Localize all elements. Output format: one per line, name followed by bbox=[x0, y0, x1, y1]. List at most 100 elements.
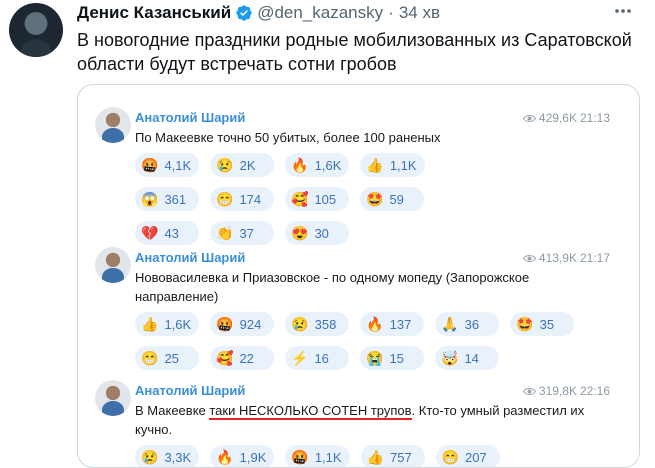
reaction-chip[interactable]: 🙏 36 bbox=[435, 312, 500, 336]
reaction-chip[interactable]: 😱 361 bbox=[135, 187, 199, 211]
reaction-emoji: 🤯 bbox=[441, 350, 459, 366]
reaction-emoji: 😁 bbox=[141, 350, 159, 366]
tweet-text: В новогодние праздники родные мобилизова… bbox=[77, 30, 632, 74]
reaction-count: 25 bbox=[164, 350, 179, 366]
reaction-emoji: 👍 bbox=[366, 157, 384, 173]
reactions: 👍 1,6K 🤬 924 😢 358 🔥 137 🙏 36 🤩 35 😁 25 🥰 22 ⚡ 16… bbox=[135, 312, 575, 370]
reaction-row: 😢 3,3K 🔥 1,9K 🤬 1,1K 👍 757 😁 207 bbox=[135, 445, 500, 467]
reaction-count: 59 bbox=[389, 191, 404, 207]
post-avatar bbox=[95, 107, 131, 143]
reaction-emoji: 🥰 bbox=[291, 191, 309, 207]
reaction-emoji: 🤬 bbox=[291, 449, 309, 465]
author-name[interactable]: Денис Казанський bbox=[77, 3, 231, 23]
reaction-emoji: 🔥 bbox=[291, 157, 309, 173]
reaction-emoji: 👏 bbox=[216, 225, 234, 241]
reaction-chip[interactable]: 😭 15 bbox=[360, 346, 424, 370]
reaction-count: 22 bbox=[239, 350, 254, 366]
reaction-chip[interactable]: 😁 25 bbox=[135, 346, 199, 370]
reaction-chip[interactable]: 🥰 105 bbox=[285, 187, 349, 211]
reaction-chip[interactable]: 🤬 1,1K bbox=[285, 445, 350, 467]
reaction-count: 4,1K bbox=[164, 157, 192, 173]
reaction-chip[interactable]: 👍 1,1K bbox=[360, 153, 425, 177]
reaction-count: 43 bbox=[164, 225, 179, 241]
reaction-chip[interactable]: 🔥 137 bbox=[360, 312, 425, 336]
reaction-chip[interactable]: 😢 2K bbox=[210, 153, 275, 177]
reaction-row: 👍 1,6K 🤬 924 😢 358 🔥 137 🙏 36 🤩 35 bbox=[135, 312, 575, 336]
post-author: Анатолий Шарий bbox=[135, 250, 246, 265]
reaction-chip[interactable]: ⚡ 16 bbox=[285, 346, 349, 370]
reaction-count: 1,6K bbox=[314, 157, 342, 173]
post-text-start: В Макеевке bbox=[135, 403, 210, 418]
reaction-count: 757 bbox=[390, 449, 412, 465]
author-handle[interactable]: @den_kazansky bbox=[257, 3, 383, 23]
reaction-emoji: 👍 bbox=[141, 316, 159, 332]
post-meta: 319,8K 22:16 bbox=[522, 384, 610, 398]
reaction-emoji: 😁 bbox=[216, 191, 234, 207]
reaction-row: 😁 25 🥰 22 ⚡ 16 😭 15 🤯 14 bbox=[135, 346, 574, 370]
reaction-count: 3,3K bbox=[164, 449, 192, 465]
eye-icon bbox=[522, 254, 536, 262]
reaction-emoji: 💔 bbox=[141, 225, 159, 241]
reaction-count: 105 bbox=[314, 191, 337, 207]
tweet-header: Денис Казанський @den_kazansky · 34 хв bbox=[77, 2, 440, 24]
reaction-chip[interactable]: 🤬 924 bbox=[210, 312, 275, 336]
reaction-emoji: 😱 bbox=[141, 191, 159, 207]
tweet-time[interactable]: 34 хв bbox=[399, 3, 440, 23]
post-time: 21:13 bbox=[579, 111, 610, 125]
reaction-count: 1,9K bbox=[239, 449, 267, 465]
reaction-chip[interactable]: 💔 43 bbox=[135, 221, 199, 245]
post-text-underlined: таки НЕСКОЛЬКО СОТЕН трупов bbox=[209, 403, 412, 420]
post-author: Анатолий Шарий bbox=[135, 110, 246, 125]
reaction-count: 15 bbox=[389, 350, 404, 366]
reaction-chip[interactable]: 😢 358 bbox=[285, 312, 350, 336]
reaction-emoji: ⚡ bbox=[291, 350, 309, 366]
post-meta: 429,6K 21:13 bbox=[522, 111, 610, 125]
reaction-count: 924 bbox=[239, 316, 262, 332]
reaction-chip[interactable]: 🤩 35 bbox=[510, 312, 575, 336]
reaction-count: 37 bbox=[239, 225, 254, 241]
reaction-emoji: 🤬 bbox=[141, 157, 159, 173]
more-options-icon[interactable] bbox=[613, 4, 633, 18]
telegram-post: Анатолий Шарий 429,6K 21:13 По Макеевке … bbox=[92, 103, 616, 245]
reaction-chip[interactable]: 🤩 59 bbox=[360, 187, 424, 211]
reaction-chip[interactable]: 👍 757 bbox=[360, 445, 425, 467]
reaction-emoji: 👍 bbox=[366, 449, 384, 465]
post-time: 21:17 bbox=[579, 251, 610, 265]
quoted-image[interactable]: Анатолий Шарий 429,6K 21:13 По Макеевке … bbox=[77, 84, 640, 468]
reaction-count: 2K bbox=[239, 157, 256, 173]
reaction-chip[interactable]: 🤯 14 bbox=[435, 346, 499, 370]
reaction-count: 1,1K bbox=[389, 157, 417, 173]
reaction-chip[interactable]: 👏 37 bbox=[210, 221, 274, 245]
reaction-emoji: 🔥 bbox=[366, 316, 384, 332]
post-meta: 413,9K 21:17 bbox=[522, 251, 610, 265]
reaction-row: 😱 361 😁 174 🥰 105 🤩 59 bbox=[135, 187, 425, 211]
reactions: 😢 3,3K 🔥 1,9K 🤬 1,1K 👍 757 😁 207 bbox=[135, 445, 500, 467]
reaction-emoji: 😍 bbox=[291, 225, 309, 241]
post-views: 429,6K bbox=[538, 111, 577, 125]
reaction-chip[interactable]: 😁 174 bbox=[210, 187, 274, 211]
separator-dot: · bbox=[388, 3, 394, 22]
reaction-emoji: 🤩 bbox=[516, 316, 534, 332]
reactions: 🤬 4,1K 😢 2K 🔥 1,6K 👍 1,1K 😱 361 😁 174 🥰 105 🤩 59… bbox=[135, 153, 425, 245]
reaction-count: 35 bbox=[539, 316, 555, 332]
reaction-chip[interactable]: 🔥 1,6K bbox=[285, 153, 350, 177]
reaction-count: 1,1K bbox=[314, 449, 342, 465]
reaction-count: 16 bbox=[314, 350, 329, 366]
post-text: Нововасилевка и Приазовское - по одному … bbox=[135, 270, 530, 304]
reaction-row: 💔 43 👏 37 😍 30 bbox=[135, 221, 425, 245]
reaction-chip[interactable]: 😍 30 bbox=[285, 221, 349, 245]
reaction-count: 137 bbox=[389, 316, 412, 332]
reaction-chip[interactable]: 😢 3,3K bbox=[135, 445, 200, 467]
reaction-chip[interactable]: 🥰 22 bbox=[210, 346, 274, 370]
reaction-emoji: 🥰 bbox=[216, 350, 234, 366]
reaction-chip[interactable]: 😁 207 bbox=[435, 445, 500, 467]
reaction-row: 🤬 4,1K 😢 2K 🔥 1,6K 👍 1,1K bbox=[135, 153, 425, 177]
post-text: В Макеевке таки НЕСКОЛЬКО СОТЕН трупов. … bbox=[135, 401, 605, 439]
reaction-chip[interactable]: 🤬 4,1K bbox=[135, 153, 200, 177]
post-text: По Макеевке точно 50 убитых, более 100 р… bbox=[135, 130, 441, 145]
reaction-chip[interactable]: 👍 1,6K bbox=[135, 312, 200, 336]
profile-avatar[interactable] bbox=[9, 3, 63, 57]
reaction-emoji: 🤬 bbox=[216, 316, 234, 332]
reaction-chip[interactable]: 🔥 1,9K bbox=[210, 445, 275, 467]
reaction-emoji: 😢 bbox=[291, 316, 309, 332]
